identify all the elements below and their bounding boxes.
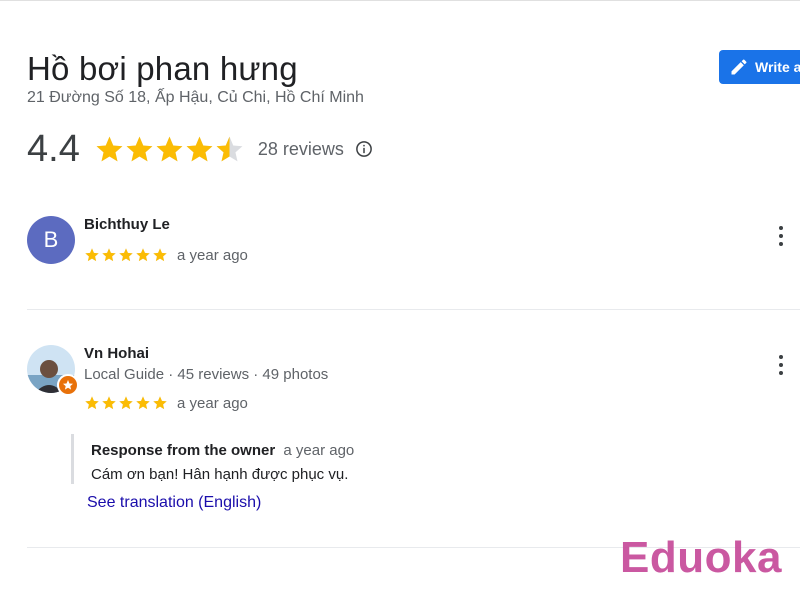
rating-summary: 4.4 28 reviews bbox=[27, 125, 373, 173]
see-translation-link[interactable]: See translation (English) bbox=[87, 494, 261, 512]
star-icon bbox=[85, 396, 99, 410]
rating-stars bbox=[94, 134, 244, 165]
star-icon bbox=[136, 248, 150, 262]
star-icon bbox=[136, 396, 150, 410]
avatar[interactable]: B bbox=[27, 216, 75, 264]
review-divider bbox=[27, 309, 800, 310]
review-time: a year ago bbox=[177, 247, 248, 264]
reviewer-meta: Local Guide · 45 reviews · 49 photos bbox=[84, 366, 329, 383]
info-icon[interactable] bbox=[355, 140, 373, 158]
review-count[interactable]: 28 reviews bbox=[258, 139, 344, 160]
star-icon bbox=[186, 136, 213, 161]
star-icon bbox=[153, 396, 167, 410]
rating-number: 4.4 bbox=[27, 128, 80, 170]
review-stars bbox=[84, 247, 169, 263]
reviewer-name[interactable]: Bichthuy Le bbox=[84, 216, 170, 233]
write-review-button[interactable]: Write a review bbox=[719, 50, 800, 84]
star-icon bbox=[85, 248, 99, 262]
star-icon bbox=[156, 136, 183, 161]
star-icon bbox=[102, 396, 116, 410]
star-icon bbox=[119, 248, 133, 262]
owner-response: Response from the owner a year ago Cám ơ… bbox=[71, 434, 354, 484]
star-icon bbox=[126, 136, 153, 161]
reviewer-name[interactable]: Vn Hohai bbox=[84, 345, 149, 362]
avatar-letter: B bbox=[43, 227, 59, 252]
more-options-icon[interactable] bbox=[774, 353, 788, 377]
owner-response-label: Response from the owner bbox=[91, 442, 276, 459]
pencil-icon bbox=[729, 57, 749, 77]
watermark-logo: Eduoka bbox=[620, 533, 782, 582]
write-review-label: Write a review bbox=[755, 59, 800, 75]
review-time: a year ago bbox=[177, 395, 248, 412]
star-icon bbox=[96, 136, 123, 161]
star-icon bbox=[119, 396, 133, 410]
star-icon bbox=[216, 136, 243, 161]
top-divider bbox=[0, 0, 800, 1]
place-address: 21 Đường Số 18, Ấp Hậu, Củ Chi, Hồ Chí M… bbox=[27, 89, 364, 106]
owner-response-time: a year ago bbox=[283, 442, 355, 459]
more-options-icon[interactable] bbox=[774, 224, 788, 248]
star-icon bbox=[153, 248, 167, 262]
review-stars bbox=[84, 395, 169, 411]
star-icon bbox=[102, 248, 116, 262]
local-guide-badge-icon bbox=[57, 374, 79, 396]
owner-response-text: Cám ơn bạn! Hân hạnh được phục vụ. bbox=[91, 466, 349, 483]
place-title: Hồ bơi phan hưng bbox=[27, 50, 298, 87]
